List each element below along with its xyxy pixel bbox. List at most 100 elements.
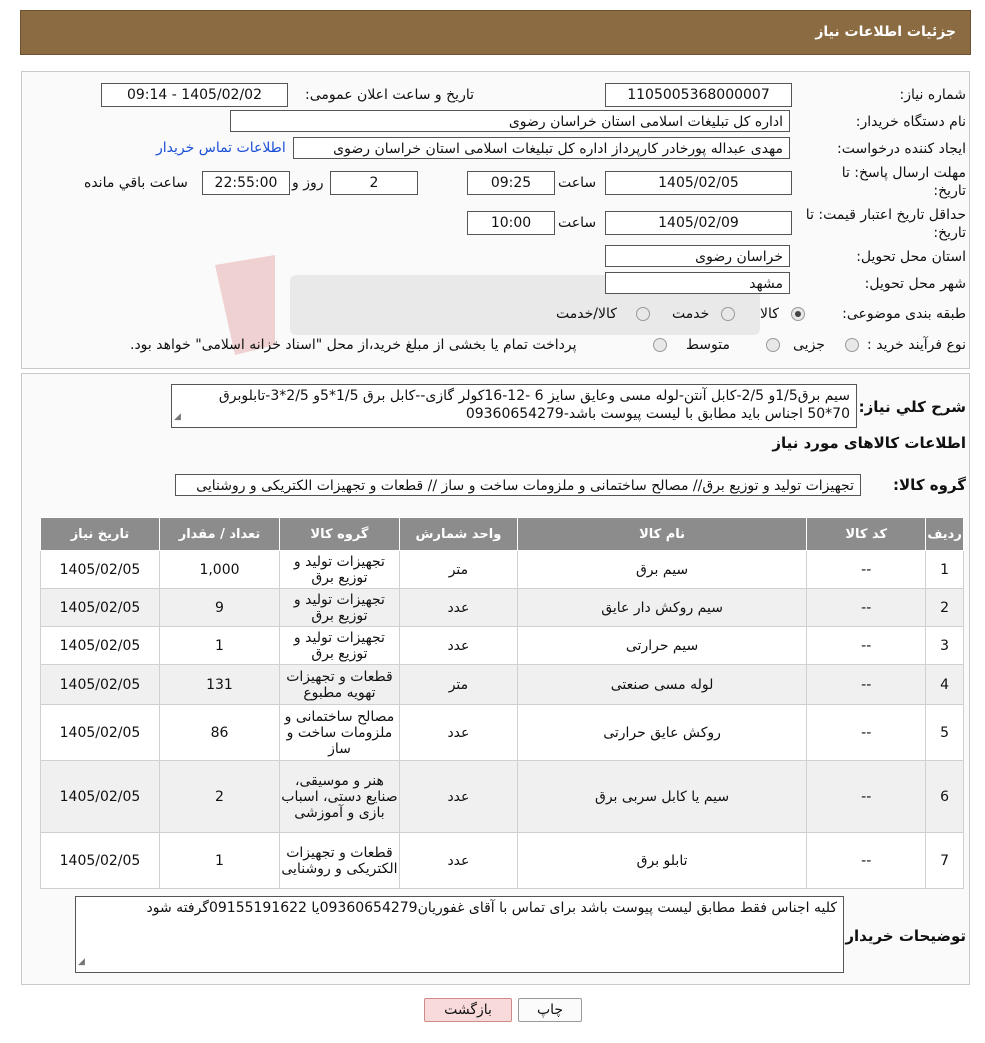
cell-goods-group: هنر و موسیقی، صنایع دستی، اسباب بازی و آ… — [278, 760, 400, 833]
cell-row-number: 7 — [925, 832, 964, 889]
validity-date-field: 1405/02/09 — [605, 211, 792, 235]
deadline-time-label: ساعت — [558, 175, 597, 191]
category-label: طبقه بندی موضوعی: — [842, 306, 966, 322]
cell-quantity: 131 — [159, 664, 280, 705]
category-service-radio[interactable] — [721, 307, 735, 321]
deadline-time-field: 09:25 — [467, 171, 555, 195]
cell-row-number: 3 — [925, 626, 964, 665]
remaining-days-field: 2 — [330, 171, 418, 195]
cell-goods-group: مصالح ساختمانی و ملزومات ساخت و ساز — [278, 704, 400, 761]
category-goods-service-radio[interactable] — [636, 307, 650, 321]
cell-unit: متر — [398, 664, 518, 705]
cell-goods-code: -- — [806, 588, 927, 627]
cell-goods-group: تجهیزات تولید و توزیع برق — [278, 626, 400, 665]
need-number-label: شماره نیاز: — [899, 87, 967, 103]
process-medium-label: متوسط — [686, 337, 730, 353]
cell-unit: عدد — [398, 626, 518, 665]
col-goods-group: گروه کالا — [278, 517, 400, 551]
buyer-notes-textarea[interactable]: کلیه اجناس فقط مطابق لیست پیوست باشد برا… — [75, 896, 844, 973]
deadline-label-date: تاریخ: — [933, 183, 966, 199]
buyer-org-label: نام دستگاه خریدار: — [855, 114, 966, 130]
requester-label: ایجاد کننده درخواست: — [837, 141, 966, 157]
cell-goods-name: سیم یا کابل سربی برق — [516, 760, 808, 833]
cell-goods-code: -- — [806, 626, 927, 665]
cell-goods-name: سیم حرارتی — [516, 626, 808, 665]
cell-goods-name: تابلو برق — [516, 832, 808, 889]
city-field: مشهد — [605, 272, 790, 294]
cell-goods-name: لوله مسی صنعتی — [516, 664, 808, 705]
remaining-time-field: 22:55:00 — [202, 171, 290, 195]
summary-text: سیم برق1/5و 2/5-کابل آنتن-لوله مسی وعایق… — [218, 388, 850, 422]
requester-field: مهدی عبداله پورخادر کارپرداز اداره کل تب… — [293, 137, 790, 159]
cell-unit: عدد — [398, 704, 518, 761]
cell-goods-group: قطعات و تجهیزات الکتریکی و روشنایی — [278, 832, 400, 889]
cell-row-number: 4 — [925, 664, 964, 705]
table-row: 6 -- سیم یا کابل سربی برق عدد هنر و موسی… — [40, 760, 964, 833]
category-goods-radio[interactable] — [791, 307, 805, 321]
cell-quantity: 2 — [159, 760, 280, 833]
buyer-contact-link[interactable]: اطلاعات تماس خریدار — [156, 140, 286, 156]
goods-table: ردیف کد کالا نام کالا واحد شمارش گروه کا… — [40, 517, 964, 889]
resize-grip-icon[interactable]: ◢ — [78, 953, 85, 971]
deadline-label: مهلت ارسال پاسخ: تا — [841, 165, 966, 181]
cell-quantity: 1,000 — [159, 550, 280, 589]
cell-need-date: 1405/02/05 — [40, 760, 160, 833]
summary-textarea[interactable]: سیم برق1/5و 2/5-کابل آنتن-لوله مسی وعایق… — [171, 384, 857, 428]
city-label: شهر محل تحویل: — [864, 276, 966, 292]
cell-row-number: 5 — [925, 704, 964, 761]
col-goods-name: نام کالا — [516, 517, 808, 551]
cell-unit: عدد — [398, 588, 518, 627]
cell-row-number: 1 — [925, 550, 964, 589]
treasury-note: پرداخت تمام یا بخشی از مبلغ خرید،از محل … — [130, 337, 577, 353]
cell-goods-name: روکش عایق حرارتی — [516, 704, 808, 761]
table-header-row: ردیف کد کالا نام کالا واحد شمارش گروه کا… — [40, 517, 964, 551]
process-partial-radio[interactable] — [845, 338, 859, 352]
cell-goods-code: -- — [806, 664, 927, 705]
cell-need-date: 1405/02/05 — [40, 550, 160, 589]
table-row: 3 -- سیم حرارتی عدد تجهیزات تولید و توزی… — [40, 626, 964, 665]
process-medium-radio[interactable] — [766, 338, 780, 352]
back-button[interactable]: بازگشت — [424, 998, 512, 1022]
col-row-number: ردیف — [925, 517, 964, 551]
page-header: جزئیات اطلاعات نیاز — [20, 10, 971, 55]
cell-quantity: 86 — [159, 704, 280, 761]
col-need-date: تاریخ نیاز — [40, 517, 160, 551]
validity-time-label: ساعت — [558, 215, 597, 231]
table-row: 2 -- سیم روکش دار عایق عدد تجهیزات تولید… — [40, 588, 964, 627]
cell-quantity: 1 — [159, 626, 280, 665]
deadline-date-field: 1405/02/05 — [605, 171, 792, 195]
page-title: جزئیات اطلاعات نیاز — [815, 24, 956, 40]
cell-need-date: 1405/02/05 — [40, 832, 160, 889]
cell-unit: متر — [398, 550, 518, 589]
cell-need-date: 1405/02/05 — [40, 704, 160, 761]
validity-time-field: 10:00 — [467, 211, 555, 235]
announce-date-label: تاریخ و ساعت اعلان عمومی: — [305, 87, 474, 103]
process-treasury-checkbox[interactable] — [653, 338, 667, 352]
summary-label: شرح کلي نياز: — [858, 398, 966, 416]
goods-group-label: گروه کالا: — [893, 476, 966, 494]
col-unit: واحد شمارش — [398, 517, 518, 551]
announce-date-field: 1405/02/02 - 09:14 — [101, 83, 288, 107]
table-row: 4 -- لوله مسی صنعتی متر قطعات و تجهیزات … — [40, 664, 964, 705]
goods-group-field: تجهیزات تولید و توزیع برق// مصالح ساختما… — [175, 474, 861, 496]
remaining-label: ساعت باقي مانده — [84, 175, 188, 191]
cell-unit: عدد — [398, 832, 518, 889]
cell-goods-name: سیم برق — [516, 550, 808, 589]
cell-row-number: 6 — [925, 760, 964, 833]
cell-goods-group: تجهیزات تولید و توزیع برق — [278, 588, 400, 627]
province-label: استان محل تحویل: — [856, 249, 966, 265]
cell-goods-name: سیم روکش دار عایق — [516, 588, 808, 627]
cell-row-number: 2 — [925, 588, 964, 627]
buyer-notes-text: کلیه اجناس فقط مطابق لیست پیوست باشد برا… — [146, 900, 837, 916]
category-goods-service-label: کالا/خدمت — [556, 306, 617, 322]
resize-grip-icon[interactable]: ◢ — [174, 408, 181, 426]
col-goods-code: کد کالا — [806, 517, 927, 551]
need-number-field: 1105005368000007 — [605, 83, 792, 107]
cell-goods-code: -- — [806, 550, 927, 589]
cell-goods-code: -- — [806, 832, 927, 889]
print-button[interactable]: چاپ — [518, 998, 582, 1022]
category-service-label: خدمت — [672, 306, 710, 322]
cell-need-date: 1405/02/05 — [40, 588, 160, 627]
cell-need-date: 1405/02/05 — [40, 664, 160, 705]
process-label: نوع فرآیند خرید : — [867, 337, 966, 353]
